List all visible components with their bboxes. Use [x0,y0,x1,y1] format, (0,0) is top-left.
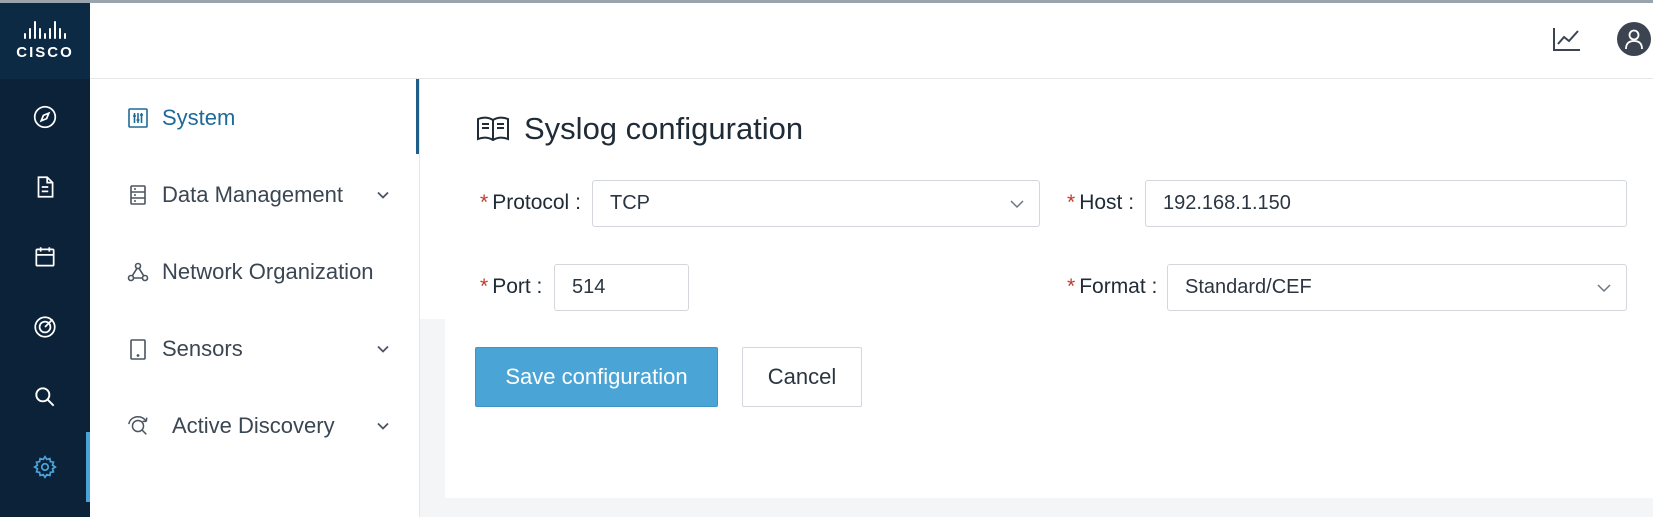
sidebar-item-label: Network Organization [162,259,374,284]
discovery-icon [126,414,150,438]
sidebar-item-network-organization[interactable]: Network Organization [90,242,420,302]
sidebar-item-sensors[interactable]: Sensors [90,319,420,379]
left-rail: CISCO [0,3,90,517]
calendar-icon [35,247,55,267]
search-icon [35,387,55,407]
settings-sidebar: System Data Management Network Organizat… [90,79,420,517]
sidebar-active-indicator [416,79,419,154]
rail-item-explore[interactable] [0,82,90,152]
compass-icon [33,105,57,129]
required-marker: * [480,191,489,214]
host-input[interactable]: 192.168.1.150 [1145,180,1627,227]
page-title: Syslog configuration [524,111,804,146]
save-configuration-button[interactable]: Save configuration [475,347,718,407]
format-select[interactable]: Standard/CEF [1167,264,1627,311]
cisco-logo-text: CISCO [16,44,74,61]
protocol-label: * Protocol : [480,191,581,214]
chevron-down-icon[interactable] [375,341,391,357]
sliders-icon [126,106,150,130]
protocol-select-value: TCP [610,192,650,214]
sidebar-item-active-discovery[interactable]: Active Discovery [90,396,420,456]
sidebar-item-label: Sensors [162,336,243,361]
format-label: * Format : [1067,275,1158,298]
book-icon [477,116,509,142]
host-label: * Host : [1067,191,1135,214]
protocol-select[interactable]: TCP [592,180,1040,227]
cisco-logo[interactable]: CISCO [0,3,90,79]
network-icon [126,260,150,284]
host-input-value: 192.168.1.150 [1163,192,1291,214]
rail-item-targets[interactable] [0,292,90,362]
rail-item-reports[interactable] [0,152,90,222]
target-icon [34,316,56,338]
sidebar-item-data-management[interactable]: Data Management [90,165,420,225]
rail-item-search[interactable] [0,362,90,432]
top-header [90,3,1653,79]
gear-icon [33,455,57,479]
chevron-down-icon [1597,284,1611,293]
rail-item-settings[interactable] [0,432,90,502]
port-label: * Port : [480,275,543,298]
required-marker: * [1067,275,1076,298]
database-icon [126,183,150,207]
cisco-logo-bars [24,21,66,39]
format-select-value: Standard/CEF [1185,276,1312,298]
tablet-icon [126,337,150,361]
rail-item-calendar[interactable] [0,222,90,292]
port-input-value: 514 [572,276,606,298]
required-marker: * [480,275,489,298]
chevron-down-icon[interactable] [375,418,391,434]
sidebar-item-label: Data Management [162,182,343,207]
sidebar-item-label: System [162,105,236,130]
document-icon [37,176,54,198]
chevron-down-icon[interactable] [375,187,391,203]
required-marker: * [1067,191,1076,214]
user-avatar[interactable] [1617,22,1651,56]
chart-icon[interactable] [1552,26,1582,52]
sidebar-item-label: Active Discovery [172,413,335,438]
syslog-card [445,319,1653,498]
cancel-button[interactable]: Cancel [742,347,862,407]
chevron-down-icon [1010,200,1024,209]
sidebar-item-system[interactable]: System [90,88,420,148]
user-icon [1625,29,1643,50]
port-input[interactable]: 514 [554,264,689,311]
